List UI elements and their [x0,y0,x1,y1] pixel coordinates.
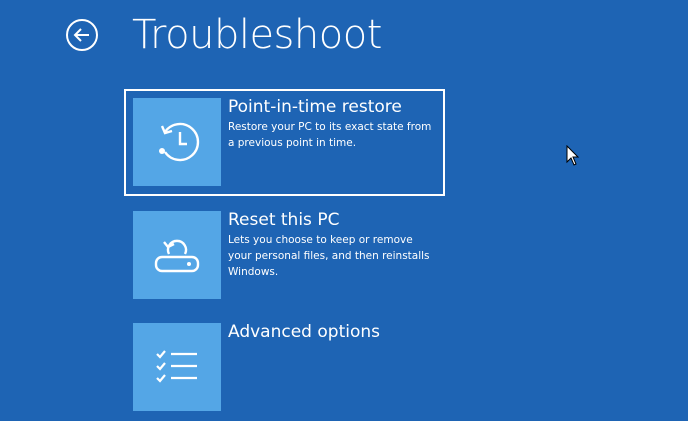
option-title: Advanced options [228,322,380,342]
checklist-icon [156,350,197,383]
option-title: Reset this PC [228,210,340,230]
troubleshoot-screen: Troubleshoot Point-in-time restore Resto… [0,0,688,421]
option-reset-this-pc[interactable]: Reset this PC Lets you choose to keep or… [124,202,445,306]
reset-pc-icon [154,239,200,273]
option-title: Point-in-time restore [228,97,402,117]
option-text: Reset this PC Lets you choose to keep or… [228,208,437,280]
option-description: Lets you choose to keep or remove your p… [228,234,430,278]
option-tile [133,323,221,411]
option-tile [133,211,221,299]
option-point-in-time-restore[interactable]: Point-in-time restore Restore your PC to… [124,89,445,196]
option-tile [133,98,221,186]
option-description: Restore your PC to its exact state from … [228,121,432,149]
back-button[interactable] [65,18,99,52]
option-text: Advanced options [228,320,437,344]
mouse-pointer-icon [566,145,580,166]
option-advanced-options[interactable]: Advanced options [124,314,445,418]
clock-restore-icon [159,122,200,162]
option-text: Point-in-time restore Restore your PC to… [228,95,437,151]
page-title: Troubleshoot [132,12,382,58]
arrow-left-circle-icon [66,19,98,51]
